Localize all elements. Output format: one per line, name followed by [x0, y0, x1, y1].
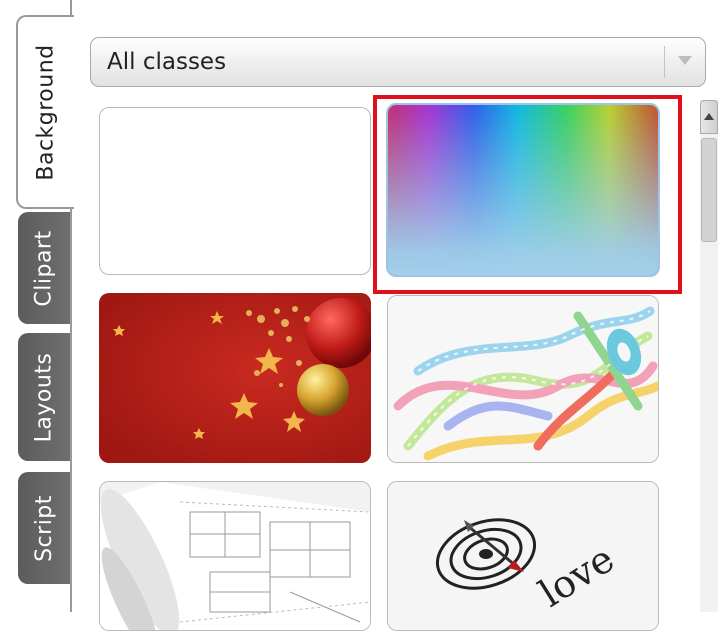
blueprints-image [100, 482, 370, 630]
chevron-down-icon[interactable] [678, 56, 692, 65]
thumbnail-red-christmas-ornaments[interactable] [99, 293, 371, 463]
dropdown-selected-value: All classes [107, 49, 227, 75]
vertical-scrollbar[interactable] [700, 100, 718, 612]
thumbnail-architectural-blueprints[interactable] [99, 481, 371, 631]
thumbnail-colorful-ribbons[interactable] [387, 295, 659, 463]
tab-layouts-label: Layouts [31, 352, 57, 442]
thumbnail-blank-white[interactable] [99, 107, 371, 275]
colorful-ribbons-image [388, 296, 658, 462]
tab-script[interactable]: Script [18, 472, 70, 584]
scroll-up-button[interactable] [700, 100, 718, 134]
tab-background[interactable]: Background [16, 15, 74, 209]
tab-layouts[interactable]: Layouts [18, 333, 70, 461]
christmas-ornaments-image [99, 293, 371, 463]
love-target-image: love [388, 482, 658, 630]
tab-clipart-label: Clipart [31, 229, 57, 307]
selected-thumbnail-highlight [373, 95, 682, 294]
dropdown-separator [664, 46, 665, 78]
tab-background-label: Background [33, 43, 59, 181]
thumbnail-love-target[interactable]: love [387, 481, 659, 631]
vertical-tab-strip: Background Clipart Layouts Script [0, 0, 74, 612]
tab-script-label: Script [31, 494, 57, 562]
tab-clipart[interactable]: Clipart [18, 212, 70, 324]
class-filter-dropdown[interactable]: All classes [90, 37, 706, 87]
scroll-thumb[interactable] [701, 138, 717, 242]
